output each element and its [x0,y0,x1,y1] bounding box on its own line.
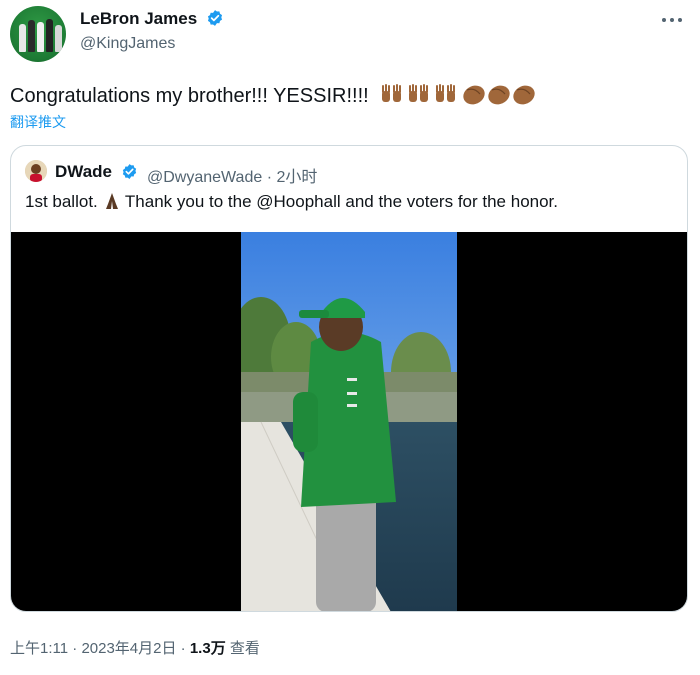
tweet-text: Congratulations my brother!!! YESSIR!!!! [10,82,540,112]
meta-separator-2: · [176,640,190,657]
video-thumbnail-image [241,232,457,611]
quoted-separator: · [262,169,277,186]
emoji-row-icon [382,84,535,105]
views-label: 查看 [229,640,260,657]
quoted-author-name[interactable]: DWade [55,162,138,185]
video-frame[interactable] [241,232,457,611]
tweet-date[interactable]: 2023年4月2日 [81,640,176,657]
tweet-meta: 上午1:11 · 2023年4月2日 · 1.3万 查看 [10,637,260,658]
quoted-time[interactable]: 2小时 [276,169,317,186]
author-name[interactable]: LeBron James [80,9,224,32]
quoted-text-after: Thank you to the @Hoophall and the voter… [120,192,559,211]
tweet-time[interactable]: 上午1:11 [10,640,68,657]
views-count: 1.3万 [189,640,226,657]
quoted-author-name-text[interactable]: DWade [55,162,112,181]
more-options-icon[interactable] [658,10,686,30]
verified-badge-icon[interactable] [206,9,224,32]
quoted-verified-badge-icon [121,163,138,185]
quoted-handle[interactable]: @DwyaneWade [147,169,262,186]
translate-tweet-link[interactable]: 翻译推文 [10,112,66,132]
quoted-text: 1st ballot. Thank you to the @Hoophall a… [25,192,558,212]
folded-hands-icon [103,192,121,211]
quoted-video[interactable] [11,232,687,611]
quoted-text-before: 1st ballot. [25,192,103,211]
tweet-body: Congratulations my brother!!! YESSIR!!!! [10,85,369,107]
author-handle[interactable]: @KingJames [80,35,175,53]
meta-separator: · [68,640,82,657]
tweet-emojis [380,82,540,112]
author-name-text[interactable]: LeBron James [80,9,197,28]
quoted-handle-line: @DwyaneWade · 2小时 [147,163,317,187]
quoted-author-avatar[interactable] [25,160,47,182]
quoted-tweet-card[interactable]: DWade @DwyaneWade · 2小时 1st ballot. Than… [10,145,688,612]
author-avatar[interactable] [10,6,66,62]
